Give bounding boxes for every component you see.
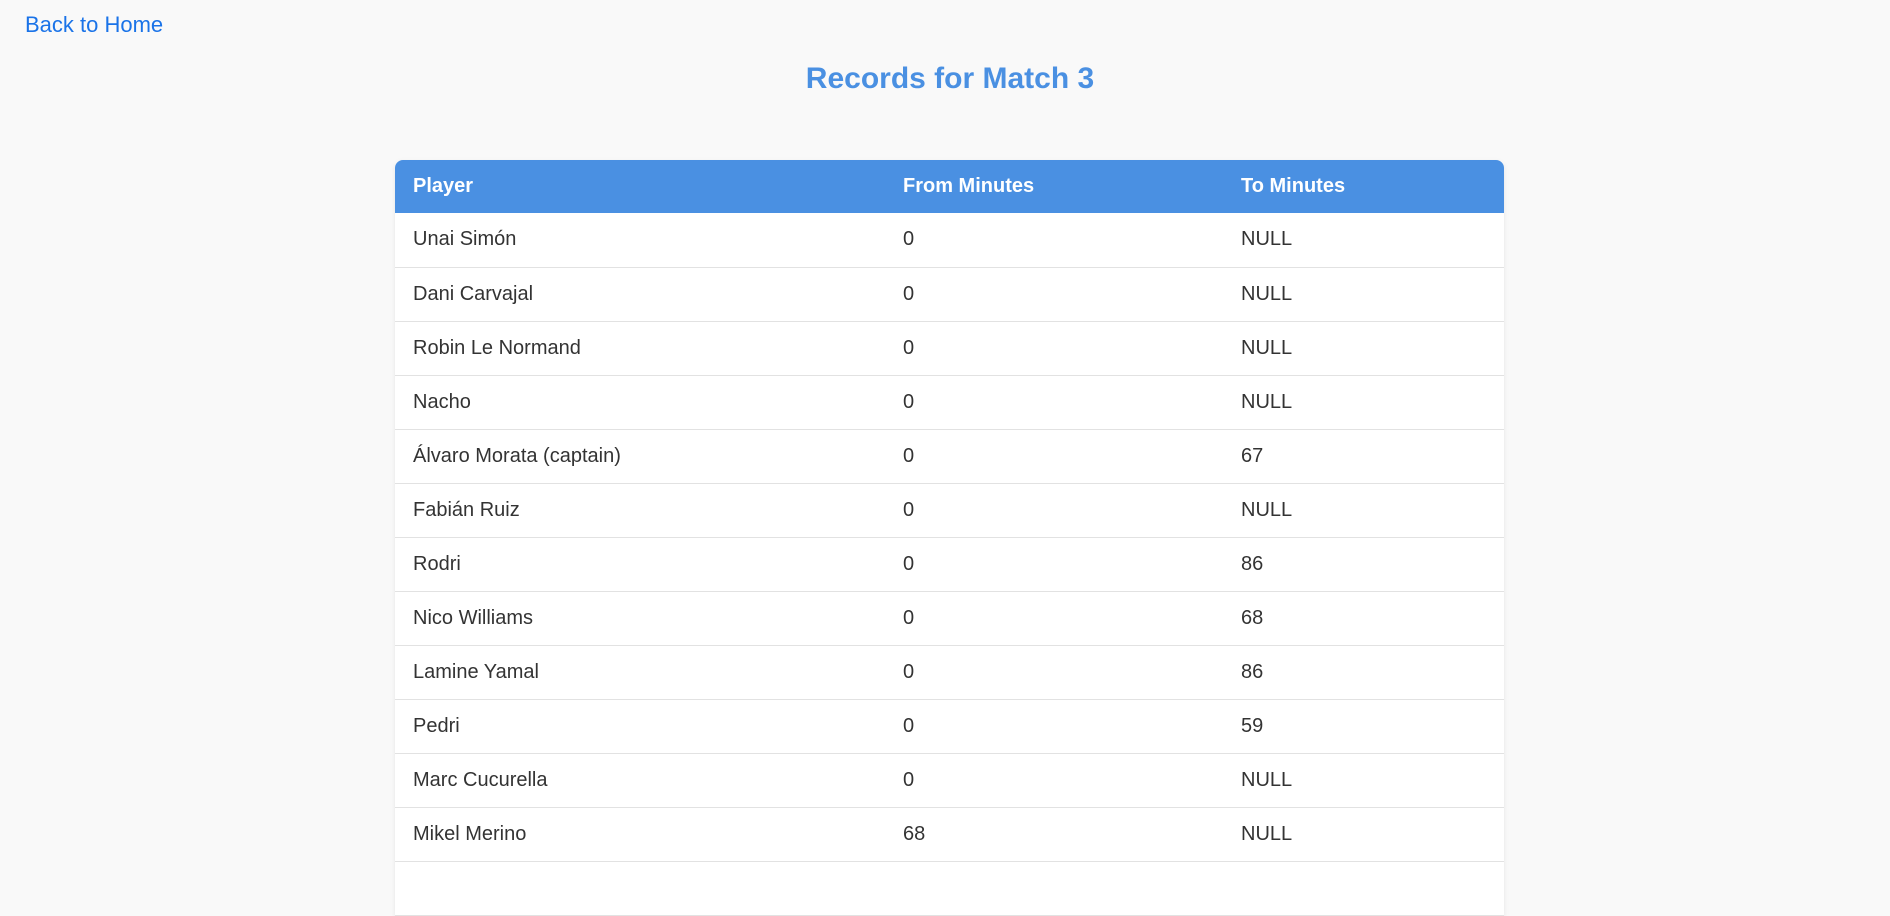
column-header-to-minutes: To Minutes	[1241, 175, 1346, 197]
from-minutes-cell: 0	[903, 768, 915, 791]
table-row: Álvaro Morata (captain) 0 67	[395, 429, 1504, 483]
from-minutes-cell: 0	[903, 714, 915, 737]
player-cell: Lamine Yamal	[413, 660, 539, 683]
column-header-player: Player	[413, 175, 474, 197]
table-row: Pedri 0 59	[395, 699, 1504, 753]
player-cell: Rodri	[413, 552, 461, 575]
from-minutes-cell: 0	[903, 552, 915, 575]
table-row: Marc Cucurella 0 NULL	[395, 753, 1504, 807]
table-row: Fabián Ruiz 0 NULL	[395, 483, 1504, 537]
from-minutes-cell: 0	[903, 606, 915, 629]
from-minutes-cell: 68	[903, 822, 926, 845]
table-row: Nacho 0 NULL	[395, 375, 1504, 429]
from-minutes-cell: 0	[903, 498, 915, 521]
player-cell: Nacho	[413, 390, 471, 413]
player-cell: Unai Simón	[413, 228, 517, 251]
to-minutes-cell	[1223, 861, 1504, 915]
player-cell: Álvaro Morata (captain)	[413, 444, 621, 467]
column-header-from-minutes: From Minutes	[903, 175, 1035, 197]
table-row: Robin Le Normand 0 NULL	[395, 321, 1504, 375]
player-cell: Nico Williams	[413, 606, 533, 629]
from-minutes-cell: 0	[903, 390, 915, 413]
table-row: Rodri 0 86	[395, 537, 1504, 591]
player-cell: Marc Cucurella	[413, 768, 548, 791]
from-minutes-cell: 0	[903, 660, 915, 683]
table-row: Dani Carvajal 0 NULL	[395, 267, 1504, 321]
to-minutes-cell: 67	[1241, 444, 1264, 467]
page-title: Records for Match 3	[805, 62, 1095, 95]
player-cell: Dani Carvajal	[413, 282, 534, 305]
back-to-home-link[interactable]: Back to Home	[25, 12, 163, 38]
player-cell	[395, 861, 885, 915]
to-minutes-cell: 68	[1241, 606, 1264, 629]
table-row: Mikel Merino 68 NULL	[395, 807, 1504, 861]
to-minutes-cell: NULL	[1241, 336, 1293, 359]
table-row: Lamine Yamal 0 86	[395, 645, 1504, 699]
to-minutes-cell: NULL	[1241, 228, 1293, 251]
to-minutes-cell: NULL	[1241, 768, 1293, 791]
from-minutes-cell: 0	[903, 228, 915, 251]
table-header-row: Player From Minutes To Minutes	[395, 160, 1504, 213]
player-cell: Fabián Ruiz	[413, 498, 520, 521]
to-minutes-cell: NULL	[1241, 498, 1293, 521]
to-minutes-cell: 59	[1241, 714, 1264, 737]
records-table-container: Player From Minutes To Minutes Unai Simó…	[395, 160, 1504, 916]
from-minutes-cell: 0	[903, 282, 915, 305]
to-minutes-cell: NULL	[1241, 282, 1293, 305]
table-header: Player From Minutes To Minutes	[395, 160, 1504, 213]
table-row: Unai Simón 0 NULL	[395, 213, 1504, 267]
from-minutes-cell: 0	[903, 444, 915, 467]
to-minutes-cell: NULL	[1241, 822, 1293, 845]
from-minutes-cell: 0	[903, 336, 915, 359]
from-minutes-cell	[885, 861, 1223, 915]
table-body: Unai Simón 0 NULL Dani Carvajal 0 NULL Robin L…	[395, 213, 1504, 915]
player-cell: Robin Le Normand	[413, 336, 581, 359]
table-row: Nico Williams 0 68	[395, 591, 1504, 645]
to-minutes-cell: NULL	[1241, 390, 1293, 413]
to-minutes-cell: 86	[1241, 660, 1264, 683]
to-minutes-cell: 86	[1241, 552, 1264, 575]
player-cell: Mikel Merino	[413, 822, 527, 845]
table-row	[395, 861, 1504, 915]
player-cell: Pedri	[413, 714, 460, 737]
records-table: Player From Minutes To Minutes Unai Simó…	[395, 160, 1504, 916]
